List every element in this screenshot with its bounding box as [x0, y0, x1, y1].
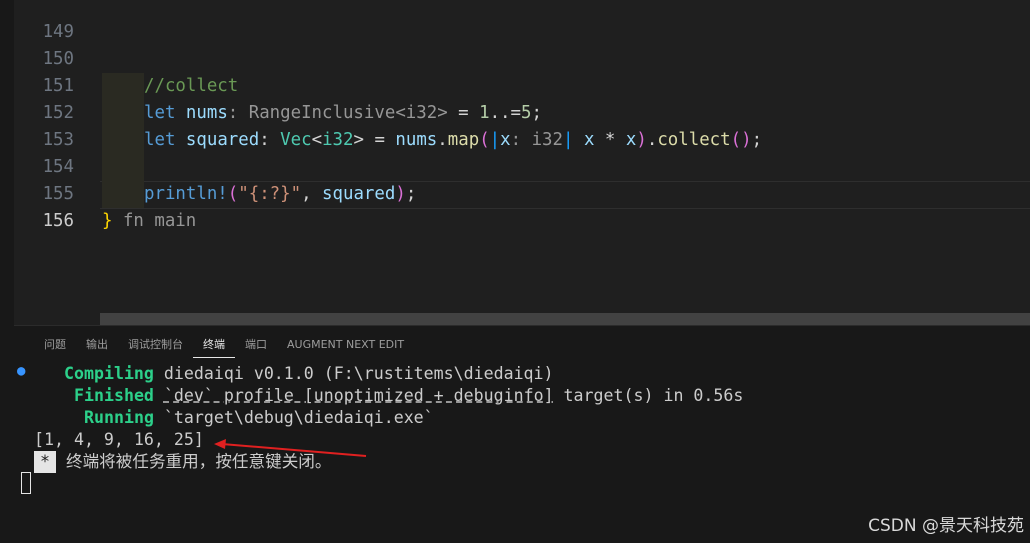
terminal-status-dot-icon: ●	[17, 363, 26, 379]
cargo-compiling-label: Compiling	[64, 364, 154, 383]
cargo-running-label: Running	[84, 408, 154, 427]
terminal-cursor	[21, 472, 31, 494]
running-text: `target\debug\diedaiqi.exe`	[153, 408, 434, 427]
annotation-arrow-icon	[214, 439, 367, 457]
terminal-line-compiling: Compiling diedaiqi v0.1.0 (F:\rustitems\…	[64, 363, 554, 385]
finished-text: target(s) in 0.56s	[553, 386, 744, 405]
terminal[interactable]: ● Compiling diedaiqi v0.1.0 (F:\rustitem…	[0, 0, 1030, 543]
task-badge: *	[34, 451, 56, 473]
build-profile: `dev` profile [unoptimized + debuginfo]	[163, 386, 554, 405]
terminal-line-running: Running `target\debug\diedaiqi.exe`	[84, 407, 434, 429]
compiling-text: diedaiqi v0.1.0 (F:\rustitems\diedaiqi)	[153, 364, 554, 383]
watermark: CSDN @景天科技苑	[868, 516, 1024, 536]
terminal-line-finished: Finished `dev` profile [unoptimized + de…	[74, 385, 743, 407]
program-output: [1, 4, 9, 16, 25]	[34, 430, 204, 449]
cargo-finished-label: Finished	[74, 386, 154, 405]
